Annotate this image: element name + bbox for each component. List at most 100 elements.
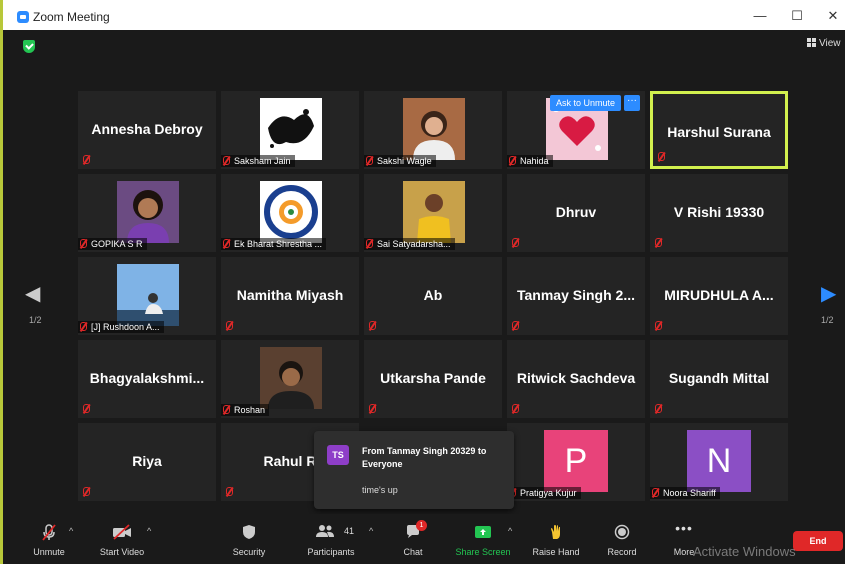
participant-name: Utkarsha Pande — [380, 370, 486, 386]
participant-tile[interactable]: Ab — [364, 257, 502, 335]
unmute-button[interactable]: Unmute — [27, 514, 71, 564]
ask-to-unmute-button[interactable]: Ask to Unmute — [550, 95, 622, 111]
participant-tile[interactable]: Dhruv — [507, 174, 645, 252]
participant-tile[interactable]: Bhagyalakshmi... — [78, 340, 216, 418]
participant-tile[interactable]: P Pratigya Kujur — [507, 423, 645, 501]
participants-caret-icon[interactable]: ^ — [369, 526, 373, 536]
participant-name: Bhagyalakshmi... — [89, 370, 205, 386]
participant-tile[interactable]: Ek Bharat Shrestha ... — [221, 174, 359, 252]
participant-label-text: Pratigya Kujur — [520, 488, 577, 498]
record-icon — [614, 524, 630, 540]
participant-photo — [117, 264, 179, 326]
participant-tile[interactable]: Tanmay Singh 2... — [507, 257, 645, 335]
participant-initial-avatar: P — [544, 430, 608, 492]
sender-avatar: TS — [327, 445, 349, 465]
chat-from: From Tanmay Singh 20329 to Everyone — [362, 446, 487, 469]
end-meeting-button[interactable]: End — [793, 531, 843, 551]
view-button[interactable]: View — [807, 38, 841, 49]
participant-tile[interactable]: Riya — [78, 423, 216, 501]
record-label: Record — [607, 547, 637, 557]
page-indicator-left: 1/2 — [29, 315, 42, 325]
share-screen-button[interactable]: Share Screen — [452, 514, 514, 564]
muted-mic-icon — [655, 404, 662, 413]
participant-label-text: Ek Bharat Shrestha ... — [234, 239, 323, 249]
muted-mic-icon — [512, 238, 519, 247]
muted-mic-icon — [512, 321, 519, 330]
chat-button[interactable]: 1 Chat — [395, 514, 431, 564]
participant-label-text: GOPIKA S R — [91, 239, 143, 249]
participant-tile[interactable]: MIRUDHULA A... — [650, 257, 788, 335]
muted-mic-icon — [226, 321, 233, 330]
chat-notification[interactable]: TS From Tanmay Singh 20329 to Everyone t… — [314, 431, 514, 509]
muted-mic-icon — [42, 524, 56, 541]
video-off-icon — [113, 524, 131, 540]
view-label: View — [819, 38, 841, 49]
participant-tile[interactable]: Annesha Debroy — [78, 91, 216, 169]
raise-hand-button[interactable]: Raise Hand — [530, 514, 582, 564]
muted-mic-icon — [226, 487, 233, 496]
participant-photo — [403, 98, 465, 160]
muted-mic-icon — [655, 238, 662, 247]
participants-button[interactable]: 41 Participants — [303, 514, 359, 564]
participant-tile[interactable]: Utkarsha Pande — [364, 340, 502, 418]
audio-options-caret-icon[interactable]: ^ — [69, 526, 73, 536]
participant-name: Ritwick Sachdeva — [516, 370, 636, 386]
participant-tile[interactable]: Roshan — [221, 340, 359, 418]
participant-label-text: Nahida — [520, 156, 549, 166]
muted-mic-icon — [83, 404, 90, 413]
muted-mic-icon — [366, 239, 373, 248]
participant-tile[interactable]: Sai Satyadarsha... — [364, 174, 502, 252]
participant-tile[interactable]: Sugandh Mittal — [650, 340, 788, 418]
participant-tile[interactable]: [J] Rushdoon A... — [78, 257, 216, 335]
participant-tile[interactable]: Namitha Miyash — [221, 257, 359, 335]
participant-label-text: Roshan — [234, 405, 266, 415]
participants-label: Participants — [307, 547, 355, 557]
video-options-caret-icon[interactable]: ^ — [147, 526, 151, 536]
participant-tile[interactable]: N Noora Shariff — [650, 423, 788, 501]
prev-page-icon[interactable]: ◀ — [25, 281, 40, 306]
participant-label-text: Noora Shariff — [663, 488, 716, 498]
minimize-button[interactable]: — — [745, 6, 775, 26]
participant-tile[interactable]: Saksham Jain — [221, 91, 359, 169]
participant-tile[interactable]: Ritwick Sachdeva — [507, 340, 645, 418]
zoom-window: Zoom Meeting — ☐ ✕ View ◀ 1/2 ▶ 1/2 Anne… — [0, 0, 845, 564]
unmute-label: Unmute — [33, 547, 65, 557]
maximize-button[interactable]: ☐ — [782, 6, 812, 26]
security-button[interactable]: Security — [227, 514, 271, 564]
muted-mic-icon — [512, 404, 519, 413]
participant-label: Pratigya Kujur — [507, 487, 581, 499]
muted-mic-icon — [80, 239, 87, 248]
chat-label: Chat — [403, 547, 423, 557]
muted-mic-icon — [509, 156, 516, 165]
raise-hand-icon — [551, 525, 560, 539]
muted-mic-icon — [655, 321, 662, 330]
participant-label: Noora Shariff — [650, 487, 720, 499]
participant-tile[interactable]: V Rishi 19330 — [650, 174, 788, 252]
page-indicator-right: 1/2 — [821, 315, 834, 325]
start-video-button[interactable]: Start Video — [95, 514, 149, 564]
participant-label: Ek Bharat Shrestha ... — [221, 238, 327, 250]
participant-tile[interactable]: Sakshi Wagle — [364, 91, 502, 169]
muted-mic-icon — [80, 322, 87, 331]
participant-name: Sugandh Mittal — [668, 370, 770, 386]
participant-tile[interactable]: GOPIKA S R — [78, 174, 216, 252]
chat-badge: 1 — [416, 520, 427, 531]
participant-tile[interactable]: Harshul Surana — [650, 91, 788, 169]
next-page-icon[interactable]: ▶ — [821, 281, 836, 306]
participant-photo — [260, 181, 322, 243]
participant-name: Ab — [423, 287, 443, 303]
muted-mic-icon — [658, 152, 665, 161]
start-video-label: Start Video — [99, 547, 145, 557]
tile-more-button[interactable]: ··· — [624, 95, 640, 111]
participant-label: Saksham Jain — [221, 155, 295, 167]
shield-icon[interactable] — [23, 40, 35, 53]
participant-name: MIRUDHULA A... — [664, 287, 774, 303]
record-button[interactable]: Record — [603, 514, 641, 564]
share-options-caret-icon[interactable]: ^ — [508, 526, 512, 536]
muted-mic-icon — [83, 155, 90, 164]
grid-icon — [807, 38, 816, 47]
share-screen-label: Share Screen — [455, 547, 511, 557]
participant-label: [J] Rushdoon A... — [78, 321, 164, 333]
participant-label: Sai Satyadarsha... — [364, 238, 455, 250]
close-button[interactable]: ✕ — [818, 6, 845, 26]
